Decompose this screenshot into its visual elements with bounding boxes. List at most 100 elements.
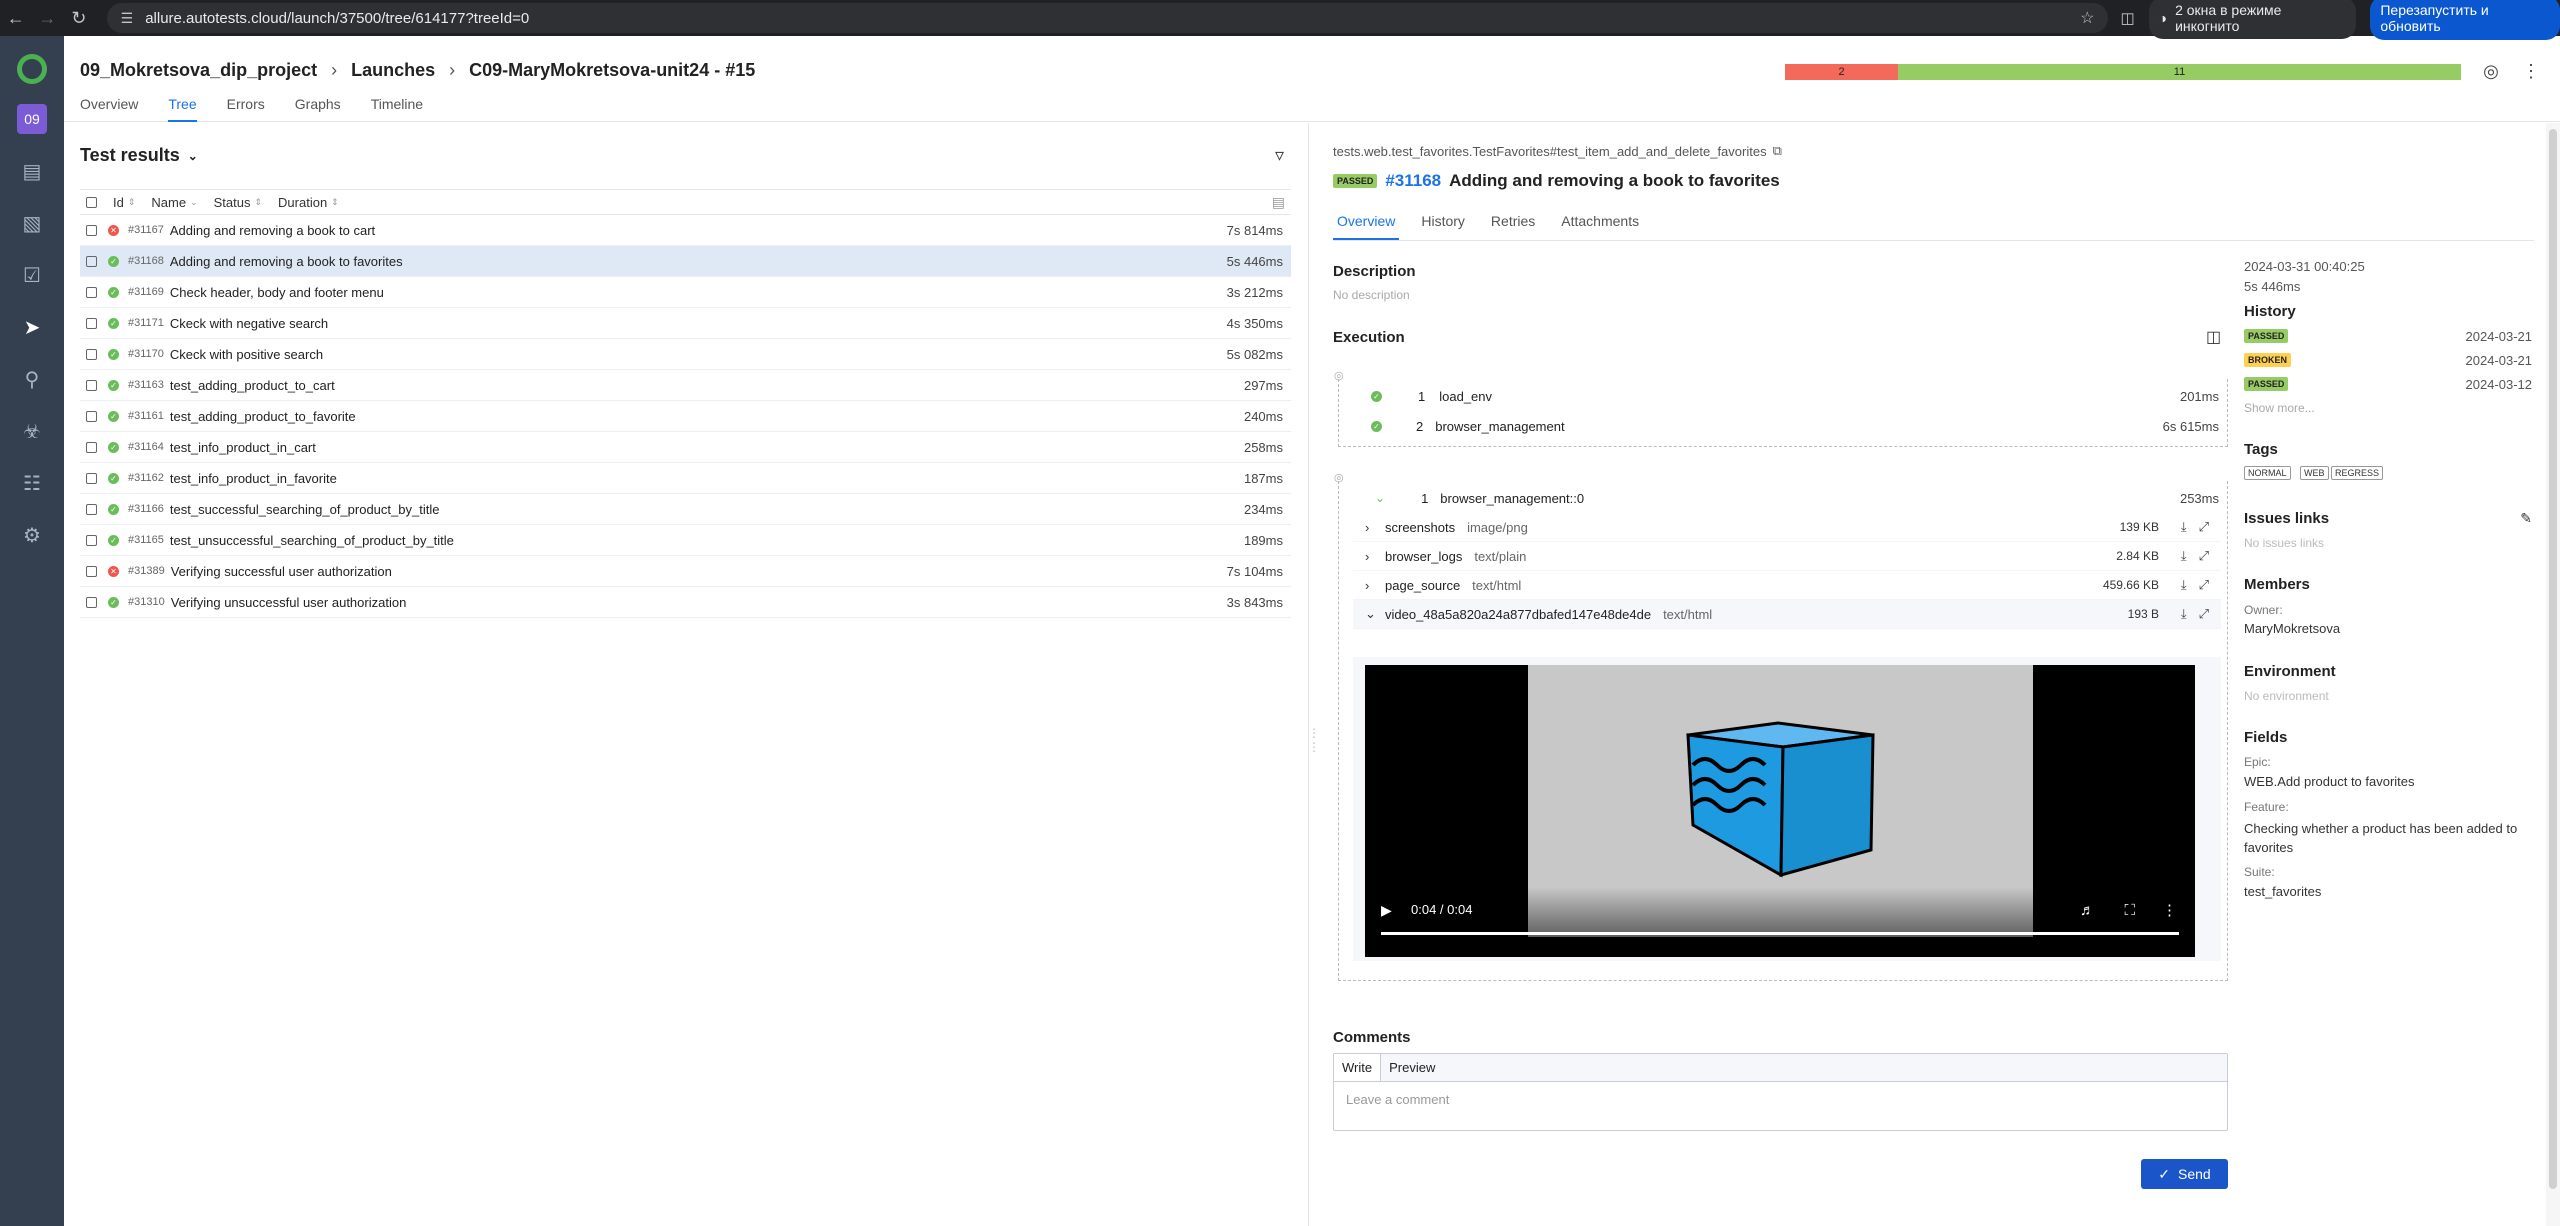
history-date[interactable]: 2024-03-21 xyxy=(2466,353,2533,368)
fullscreen-icon[interactable]: ⛶ xyxy=(2124,902,2135,919)
table-row[interactable]: ✓ #31164 test_info_product_in_cart 258ms xyxy=(80,432,1291,463)
tab-tree[interactable]: Tree xyxy=(168,96,197,122)
row-checkbox[interactable] xyxy=(86,503,97,515)
test-cases-icon[interactable]: ▧ xyxy=(17,208,47,238)
chevron-down-icon[interactable]: ⌄ xyxy=(1365,606,1379,622)
step-row[interactable]: ✓ 2 browser_management 6s 615ms xyxy=(1339,411,2227,441)
chevron-right-icon[interactable]: › xyxy=(1365,549,1379,564)
address-bar[interactable]: ☰ allure.autotests.cloud/launch/37500/tr… xyxy=(106,3,2109,33)
row-checkbox[interactable] xyxy=(86,255,97,267)
edit-icon[interactable]: ✎ xyxy=(2520,510,2532,527)
attachment-row[interactable]: › browser_logs text/plain 2.84 KB ⤓ ⤢ xyxy=(1353,542,2221,571)
column-duration[interactable]: Duration ⇕ xyxy=(278,195,339,210)
column-status[interactable]: Status ⇕ xyxy=(214,195,262,210)
row-checkbox[interactable] xyxy=(86,441,97,453)
teardown-step-row[interactable]: ⌄ 1 browser_management::0 253ms xyxy=(1339,483,2227,513)
scrollbar-thumb[interactable] xyxy=(2549,129,2557,1189)
expand-icon[interactable]: ⤢ xyxy=(2199,577,2209,593)
comment-input[interactable]: Leave a comment xyxy=(1334,1082,2227,1117)
history-date[interactable]: 2024-03-12 xyxy=(2466,377,2533,392)
back-icon[interactable]: ← xyxy=(0,2,32,34)
expand-icon[interactable]: ⤢ xyxy=(2199,606,2209,622)
table-row[interactable]: ✓ #31162 test_info_product_in_favorite 187m… xyxy=(80,463,1291,494)
site-settings-icon[interactable]: ☰ xyxy=(121,10,134,27)
incognito-indicator[interactable]: ◑ 2 окна в режиме инкогнито xyxy=(2148,0,2357,39)
table-row[interactable]: ✓ #31161 test_adding_product_to_favorite 24… xyxy=(80,401,1291,432)
chevron-down-icon[interactable]: ⌄ xyxy=(1375,491,1385,505)
table-row[interactable]: ✓ #31169 Check header, body and footer men… xyxy=(80,277,1291,308)
expand-all-icon[interactable]: ◫ xyxy=(2206,327,2221,347)
row-checkbox[interactable] xyxy=(86,348,97,360)
row-checkbox[interactable] xyxy=(86,286,97,298)
defects-icon[interactable]: ☣ xyxy=(17,416,47,446)
volume-icon[interactable]: ♬ xyxy=(2080,902,2095,919)
launch-statistic-bar[interactable]: 2 11 xyxy=(1785,64,2525,80)
copy-icon[interactable]: ⧉ xyxy=(1773,143,1782,159)
row-checkbox[interactable] xyxy=(86,565,97,577)
attachment-row[interactable]: › page_source text/html 459.66 KB ⤓ ⤢ xyxy=(1353,571,2221,600)
expand-icon[interactable]: ⤢ xyxy=(2199,519,2209,535)
download-icon[interactable]: ⤓ xyxy=(2181,519,2187,535)
test-id[interactable]: #31168 xyxy=(1385,171,1441,191)
breadcrumb-launches[interactable]: Launches xyxy=(351,60,435,81)
row-checkbox[interactable] xyxy=(86,317,97,329)
settings-icon[interactable]: ⚙ xyxy=(17,520,47,550)
download-icon[interactable]: ⤓ xyxy=(2181,606,2187,622)
row-checkbox[interactable] xyxy=(86,224,97,236)
table-row[interactable]: ✕ #31389 Verifying successful user authori… xyxy=(80,556,1291,587)
table-row[interactable]: ✓ #31165 test_unsuccessful_searching_of_pr… xyxy=(80,525,1291,556)
tab-detail-attachments[interactable]: Attachments xyxy=(1557,213,1643,240)
show-more-link[interactable]: Show more... xyxy=(2244,401,2315,415)
table-row[interactable]: ✓ #31163 test_adding_product_to_cart 297ms xyxy=(80,370,1291,401)
analytics-icon[interactable]: ⚲ xyxy=(17,364,47,394)
more-menu-icon[interactable]: ⋮ xyxy=(2520,60,2542,82)
bookmark-star-icon[interactable]: ☆ xyxy=(2080,8,2094,28)
history-date[interactable]: 2024-03-21 xyxy=(2466,329,2533,344)
launches-icon[interactable]: ➤ xyxy=(17,312,47,342)
jobs-icon[interactable]: ☷ xyxy=(17,468,47,498)
column-name[interactable]: Name ⌄ xyxy=(151,195,197,210)
send-button[interactable]: ✓ Send xyxy=(2141,1159,2228,1189)
column-id[interactable]: Id ⇕ xyxy=(113,195,135,210)
detail-scrollbar[interactable] xyxy=(2546,123,2560,1226)
dashboard-icon[interactable]: ▤ xyxy=(17,156,47,186)
chevron-right-icon[interactable]: › xyxy=(1365,578,1379,593)
filter-icon[interactable]: ▿ xyxy=(1275,145,1284,166)
test-plans-icon[interactable]: ☑ xyxy=(17,260,47,290)
tab-graphs[interactable]: Graphs xyxy=(295,96,341,122)
row-checkbox[interactable] xyxy=(86,410,97,422)
tab-detail-retries[interactable]: Retries xyxy=(1487,213,1539,240)
chevron-right-icon[interactable]: › xyxy=(1365,520,1379,535)
row-checkbox[interactable] xyxy=(86,379,97,391)
table-row[interactable]: ✓ #31170 Ckeck with positive search 5s 082m… xyxy=(80,339,1291,370)
tab-overview[interactable]: Overview xyxy=(80,96,138,122)
allure-logo[interactable] xyxy=(17,54,47,84)
tab-preview[interactable]: Preview xyxy=(1381,1054,1443,1081)
attachment-row[interactable]: › screenshots image/png 139 KB ⤓ ⤢ xyxy=(1353,513,2221,542)
table-row[interactable]: ✓ #31168 Adding and removing a book to fav… xyxy=(80,246,1291,277)
test-results-title[interactable]: Test results ⌄ xyxy=(80,145,198,166)
row-checkbox[interactable] xyxy=(86,472,97,484)
tab-detail-overview[interactable]: Overview xyxy=(1333,213,1400,240)
tab-detail-history[interactable]: History xyxy=(1417,213,1469,240)
play-icon[interactable]: ▶ xyxy=(1381,902,1392,919)
export-csv-icon[interactable]: ▤ xyxy=(1272,194,1285,211)
project-badge[interactable]: 09 xyxy=(17,104,47,134)
table-row[interactable]: ✓ #31310 Verifying unsuccessful user autho… xyxy=(80,587,1291,618)
reload-icon[interactable]: ↻ xyxy=(63,2,95,34)
step-row[interactable]: ✓ 1 load_env 201ms xyxy=(1339,381,2227,411)
attachment-row[interactable]: ⌄ video_48a5a820a24a877dbafed147e48de4de t… xyxy=(1353,600,2221,629)
select-all-checkbox[interactable] xyxy=(86,196,97,208)
table-row[interactable]: ✓ #31171 Ckeck with negative search 4s 350m… xyxy=(80,308,1291,339)
row-checkbox[interactable] xyxy=(86,534,97,546)
table-row[interactable]: ✓ #31166 test_successful_searching_of_prod… xyxy=(80,494,1291,525)
download-icon[interactable]: ⤓ xyxy=(2181,548,2187,564)
help-icon[interactable]: ◎ xyxy=(2480,60,2502,82)
tab-errors[interactable]: Errors xyxy=(227,96,265,122)
video-player[interactable]: ▶ 0:04 / 0:04 ♬ ⛶ ⋮ xyxy=(1365,665,2195,957)
tab-write[interactable]: Write xyxy=(1334,1054,1382,1081)
download-icon[interactable]: ⤓ xyxy=(2181,577,2187,593)
breadcrumb-project[interactable]: 09_Mokretsova_dip_project xyxy=(80,60,317,81)
tab-timeline[interactable]: Timeline xyxy=(371,96,423,122)
row-checkbox[interactable] xyxy=(86,596,97,608)
